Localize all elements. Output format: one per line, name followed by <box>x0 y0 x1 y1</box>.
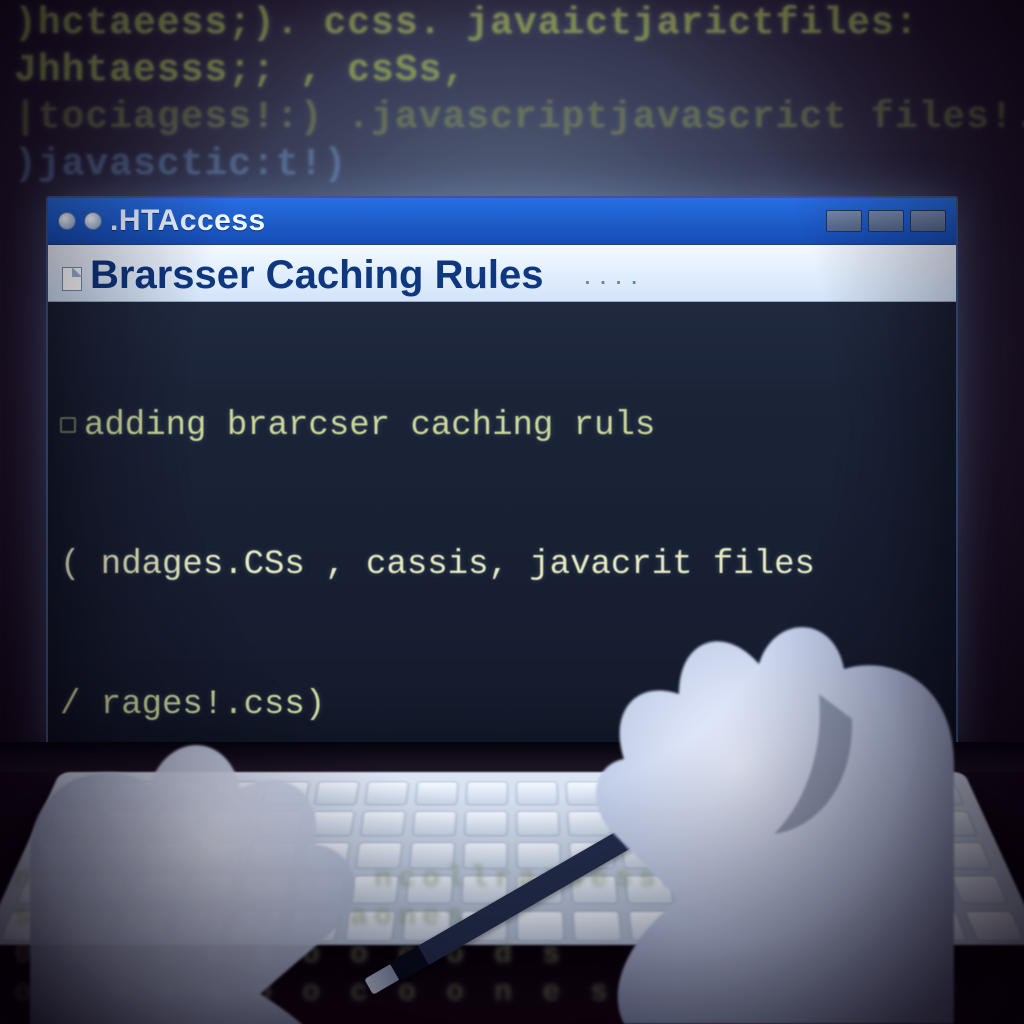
document-icon <box>62 267 82 291</box>
bg-line: )hctaeess;). ccss. javaictjarictfiles: <box>0 0 1024 47</box>
maximize-button[interactable] <box>868 210 904 232</box>
bg-line: )javasctic:t!) <box>0 141 1024 188</box>
right-hand <box>474 504 994 1024</box>
background-code-top: )hctaeess;). ccss. javaictjarictfiles: J… <box>0 0 1024 188</box>
minimize-button[interactable] <box>826 210 862 232</box>
tab-bar: Brarsser Caching Rules . . . . <box>48 245 956 302</box>
window-title: .HTAccess <box>110 204 266 238</box>
window-controls <box>826 210 946 232</box>
bg-line: |tociagess!:) .javascriptjavascrict file… <box>0 94 1024 141</box>
gutter-marker-icon <box>60 417 76 433</box>
titlebar[interactable]: .HTAccess <box>48 198 956 245</box>
traffic-light-icon[interactable] <box>84 212 102 230</box>
tab-title[interactable]: Brarsser Caching Rules <box>90 255 544 301</box>
scene: )hctaeess;). ccss. javaictjarictfiles: J… <box>0 0 1024 1024</box>
code-line: adding brarcser caching ruls <box>84 407 655 445</box>
left-hand <box>30 634 450 1024</box>
tab-overflow-icon: . . . . <box>584 259 638 301</box>
traffic-light-icon[interactable] <box>58 212 76 230</box>
close-button[interactable] <box>910 210 946 232</box>
bg-line: Jhhtaesss;; , csSs, <box>0 47 1024 94</box>
